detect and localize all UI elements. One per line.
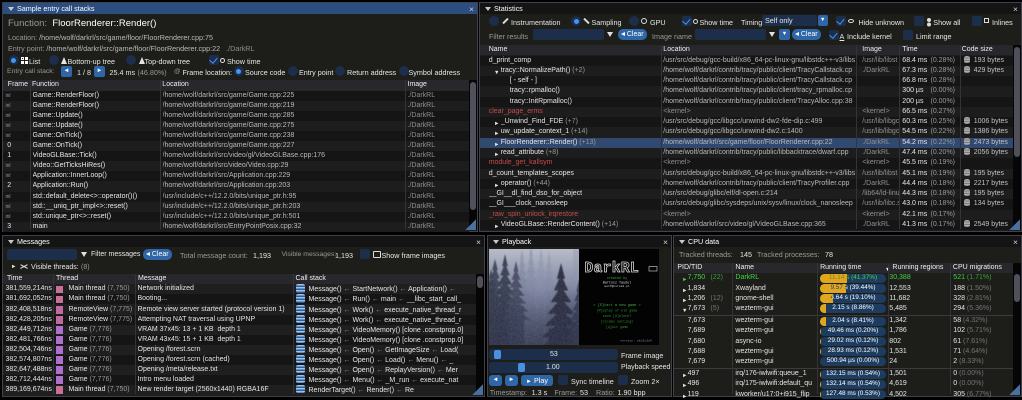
svg-text:version: a1b2c3d4: version: a1b2c3d4 <box>620 339 652 343</box>
svg-text:created by: created by <box>607 276 627 281</box>
svg-text:wolf@nereid.pl: wolf@nereid.pl <box>604 284 629 288</box>
svg-text:< [S]tart a new game >: < [S]tart a new game > <box>593 303 640 308</box>
svg-text:[R]eplay of old game: [R]eplay of old game <box>597 309 638 314</box>
svg-text:[q]uit game: [q]uit game <box>606 325 628 330</box>
svg-text:[v]ideo settings: [v]ideo settings <box>601 320 634 325</box>
svg-text:DarkRL: DarkRL <box>585 261 640 277</box>
svg-text:save [d]elete?: save [d]elete? <box>603 314 632 319</box>
